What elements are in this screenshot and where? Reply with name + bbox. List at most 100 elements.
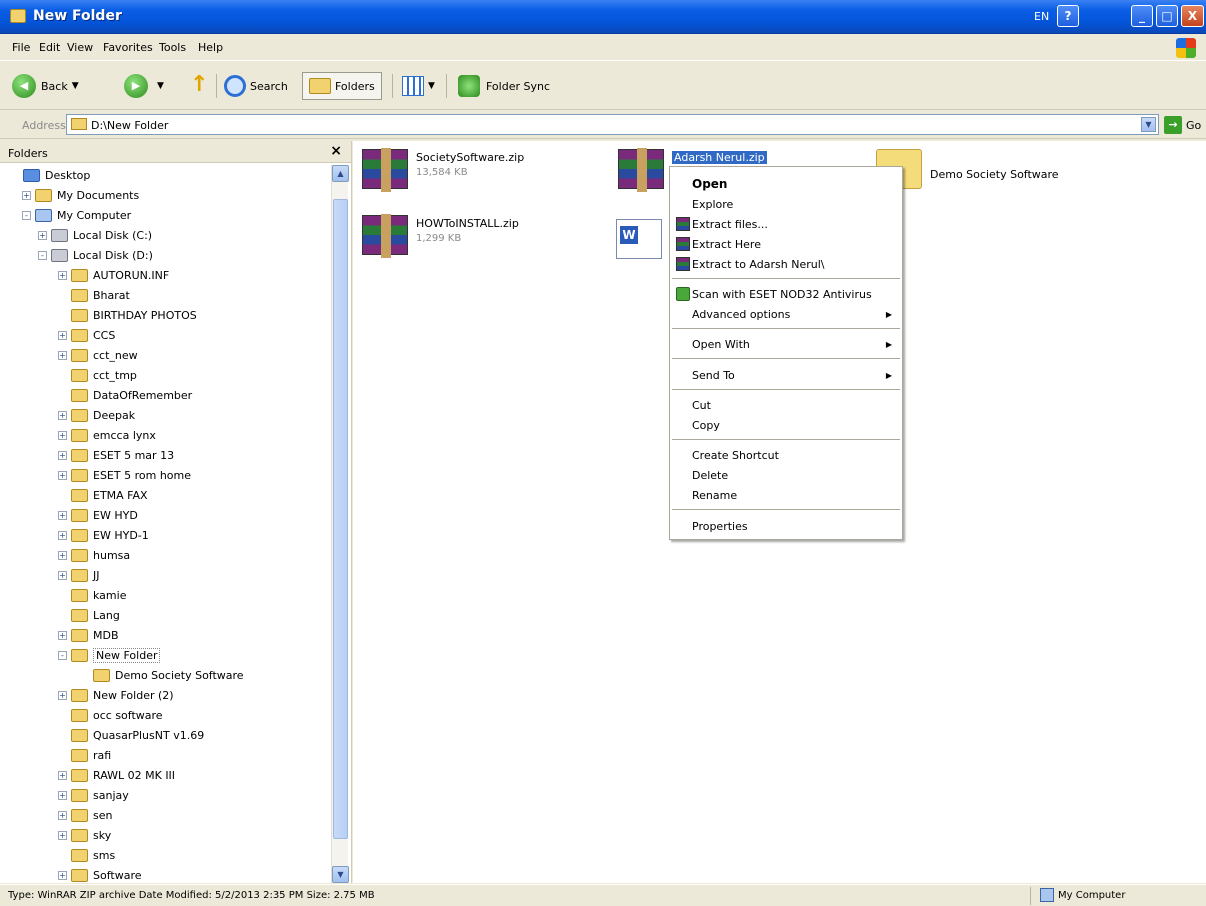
tree-item[interactable]: - Local Disk (D:) xyxy=(38,245,153,265)
expand-icon[interactable]: + xyxy=(38,230,47,240)
expand-icon[interactable]: + xyxy=(58,270,67,280)
tree-item[interactable]: Demo Society Software xyxy=(80,665,244,685)
tree-item[interactable]: kamie xyxy=(58,585,126,605)
expand-icon[interactable]: + xyxy=(58,350,67,360)
menu-item-properties[interactable]: Properties xyxy=(670,516,902,536)
expand-icon[interactable]: + xyxy=(22,190,31,200)
forward-button[interactable]: ▶ ▼ xyxy=(124,72,164,100)
folder-sync-button[interactable]: Folder Sync xyxy=(458,72,550,100)
collapse-icon[interactable]: - xyxy=(22,210,31,220)
expand-icon[interactable]: + xyxy=(58,570,67,580)
scroll-up-icon[interactable]: ▲ xyxy=(332,165,349,182)
tree-item[interactable]: ETMA FAX xyxy=(58,485,148,505)
tree-item[interactable]: + Deepak xyxy=(58,405,135,425)
menu-edit[interactable]: Edit xyxy=(39,41,60,54)
chevron-down-icon[interactable]: ▼ xyxy=(72,81,79,91)
menu-help[interactable]: Help xyxy=(198,41,223,54)
expand-icon[interactable]: + xyxy=(58,450,67,460)
menu-tools[interactable]: Tools xyxy=(159,41,186,54)
tree-item[interactable]: occ software xyxy=(58,705,163,725)
menu-item-create-shortcut[interactable]: Create Shortcut xyxy=(670,445,902,465)
tree-item[interactable]: + AUTORUN.INF xyxy=(58,265,169,285)
expand-icon[interactable]: + xyxy=(58,770,67,780)
menu-item-copy[interactable]: Copy xyxy=(670,415,902,435)
address-input[interactable]: D:\New Folder ▼ xyxy=(66,114,1159,135)
views-button[interactable]: ▼ xyxy=(402,72,435,100)
expand-icon[interactable]: + xyxy=(58,510,67,520)
expand-icon[interactable]: + xyxy=(58,870,67,880)
tree-item[interactable]: sms xyxy=(58,845,115,865)
tree-item[interactable]: - My Computer xyxy=(22,205,131,225)
expand-icon[interactable]: + xyxy=(58,430,67,440)
menu-item-delete[interactable]: Delete xyxy=(670,465,902,485)
menu-item-scan-eset[interactable]: Scan with ESET NOD32 Antivirus xyxy=(670,284,902,304)
tree-item[interactable]: + My Documents xyxy=(22,185,139,205)
chevron-down-icon[interactable]: ▼ xyxy=(1141,117,1156,132)
collapse-icon[interactable]: - xyxy=(58,650,67,660)
tree-item[interactable]: + EW HYD xyxy=(58,505,138,525)
expand-icon[interactable]: + xyxy=(58,550,67,560)
expand-icon[interactable]: + xyxy=(58,810,67,820)
expand-icon[interactable]: + xyxy=(58,410,67,420)
tree-item[interactable]: + sky xyxy=(58,825,111,845)
file-item[interactable]: SocietySoftware.zip 13,584 KB xyxy=(362,148,524,192)
tree-item[interactable]: + EW HYD-1 xyxy=(58,525,149,545)
help-button[interactable]: ? xyxy=(1057,5,1079,27)
expand-icon[interactable]: + xyxy=(58,530,67,540)
menu-item-open[interactable]: Open xyxy=(670,174,902,194)
chevron-down-icon[interactable]: ▼ xyxy=(157,81,164,91)
close-icon[interactable]: × xyxy=(330,143,342,159)
go-button[interactable]: → Go xyxy=(1164,116,1201,134)
menu-item-extract-here[interactable]: Extract Here xyxy=(670,234,902,254)
tree-item[interactable]: QuasarPlusNT v1.69 xyxy=(58,725,204,745)
expand-icon[interactable]: + xyxy=(58,690,67,700)
tree-item[interactable]: cct_tmp xyxy=(58,365,137,385)
tree-item[interactable]: - New Folder xyxy=(58,645,161,665)
menu-view[interactable]: View xyxy=(67,41,93,54)
menu-item-rename[interactable]: Rename xyxy=(670,485,902,505)
scroll-down-icon[interactable]: ▼ xyxy=(332,866,349,883)
tree-item[interactable]: DataOfRemember xyxy=(58,385,192,405)
scroll-thumb[interactable] xyxy=(333,199,348,839)
tree-item[interactable]: + ESET 5 rom home xyxy=(58,465,191,485)
language-indicator[interactable]: EN xyxy=(1034,10,1049,23)
tree-item[interactable]: Bharat xyxy=(58,285,130,305)
menu-item-explore[interactable]: Explore xyxy=(670,194,902,214)
tree-item[interactable]: + humsa xyxy=(58,545,130,565)
file-item[interactable] xyxy=(616,219,670,259)
tree-item[interactable]: + sen xyxy=(58,805,112,825)
maximize-button[interactable]: □ xyxy=(1156,5,1178,27)
expand-icon[interactable]: + xyxy=(58,330,67,340)
expand-icon[interactable]: + xyxy=(58,790,67,800)
tree-item[interactable]: + CCS xyxy=(58,325,115,345)
tree-item[interactable]: + ESET 5 mar 13 xyxy=(58,445,174,465)
menu-item-cut[interactable]: Cut xyxy=(670,395,902,415)
menu-file[interactable]: File xyxy=(12,41,30,54)
menu-item-advanced-options[interactable]: Advanced options ▶ xyxy=(670,304,902,324)
folders-button[interactable]: Folders xyxy=(302,72,382,100)
tree-item[interactable]: rafi xyxy=(58,745,111,765)
tree-item[interactable]: + Local Disk (C:) xyxy=(38,225,152,245)
tree-item[interactable]: + emcca lynx xyxy=(58,425,156,445)
close-button[interactable]: X xyxy=(1181,5,1204,27)
collapse-icon[interactable]: - xyxy=(38,250,47,260)
tree-scrollbar[interactable]: ▲ ▼ xyxy=(331,165,349,883)
tree-item[interactable]: + MDB xyxy=(58,625,119,645)
tree-item[interactable]: + JJ xyxy=(58,565,100,585)
menu-item-open-with[interactable]: Open With ▶ xyxy=(670,334,902,354)
menu-favorites[interactable]: Favorites xyxy=(103,41,153,54)
title-bar[interactable]: New Folder EN ? _ □ X xyxy=(0,0,1206,34)
menu-item-extract-to[interactable]: Extract to Adarsh Nerul\ xyxy=(670,254,902,274)
tree-item[interactable]: Desktop xyxy=(10,165,90,185)
folder-item[interactable]: Demo Society Software xyxy=(876,149,1059,189)
expand-icon[interactable]: + xyxy=(58,470,67,480)
tree-item[interactable]: + Software xyxy=(58,865,142,883)
tree-item[interactable]: + cct_new xyxy=(58,345,138,365)
chevron-down-icon[interactable]: ▼ xyxy=(428,81,435,91)
tree-item[interactable]: BIRTHDAY PHOTOS xyxy=(58,305,197,325)
tree-item[interactable]: + RAWL 02 MK III xyxy=(58,765,175,785)
back-button[interactable]: ◀ Back ▼ xyxy=(12,72,79,100)
file-item[interactable]: HOWToINSTALL.zip 1,299 KB xyxy=(362,214,519,258)
tree-item[interactable]: + sanjay xyxy=(58,785,129,805)
tree-item[interactable]: + New Folder (2) xyxy=(58,685,174,705)
